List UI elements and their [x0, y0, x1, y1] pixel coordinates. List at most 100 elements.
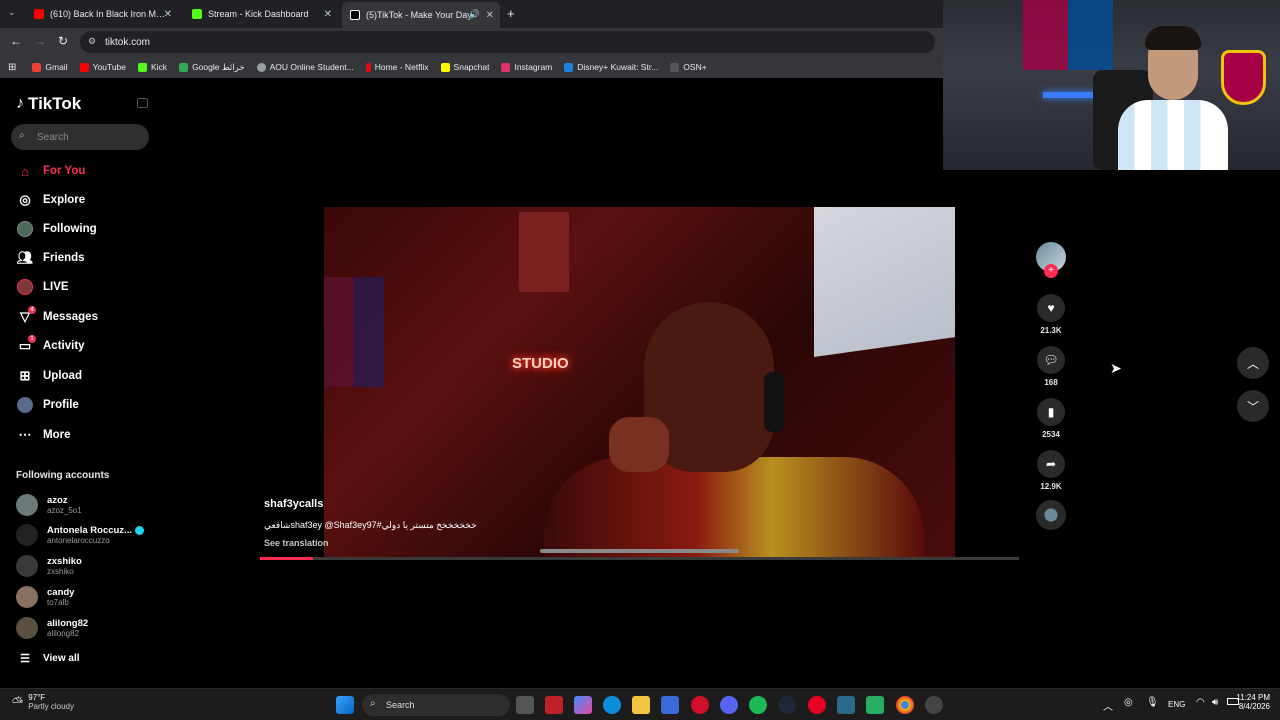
weather-desc: Partly cloudy	[28, 702, 74, 711]
taskbar-search[interactable]: ⌕ Search	[362, 694, 510, 716]
nav-for-you[interactable]: ⌂ For You	[16, 160, 85, 182]
share-icon: ➦	[1037, 450, 1065, 478]
browser-tab-kick[interactable]: Stream - Kick Dashboard ✕	[184, 4, 338, 24]
next-video-button[interactable]: ﹀	[1237, 390, 1269, 422]
webcam-badge	[1221, 50, 1266, 105]
volume-icon[interactable]: 🔊︎	[1212, 697, 1218, 708]
app-icon[interactable]	[925, 696, 943, 714]
reload-icon[interactable]: ↻	[58, 34, 68, 48]
previous-video-button[interactable]: ︿	[1237, 347, 1269, 379]
bookmark-aou[interactable]: AOU Online Student...	[256, 62, 354, 72]
nav-following[interactable]: Following	[16, 218, 97, 240]
nav-activity[interactable]: ▭ Activity 1	[16, 335, 85, 357]
following-account[interactable]: alilong82 alilong82	[16, 614, 88, 642]
nav-profile[interactable]: Profile	[16, 394, 79, 416]
site-info-icon[interactable]: ⚙	[88, 36, 96, 47]
nav-upload[interactable]: ⊞ Upload	[16, 365, 82, 387]
tiktok-favicon-icon	[350, 10, 360, 20]
audio-playing-icon[interactable]: 🔊	[469, 9, 480, 20]
language-indicator[interactable]: ENG	[1168, 700, 1185, 709]
nav-friends[interactable]: 👥︎ Friends	[16, 247, 85, 269]
following-account[interactable]: Antonela Roccuz... antonelaroccuzzo	[16, 521, 144, 549]
video-scrub-handle[interactable]	[540, 549, 739, 553]
following-account[interactable]: candy to7alb	[16, 583, 74, 611]
like-button[interactable]: ♥ 21.3K	[1036, 294, 1066, 335]
tray-chevron-icon[interactable]: ︿	[1103, 698, 1113, 713]
close-tab-icon[interactable]: ✕	[486, 10, 494, 21]
youtube-icon	[79, 62, 89, 72]
browser-tab-tiktok[interactable]: (5)TikTok - Make Your Day 🔊 ✕	[342, 2, 500, 28]
view-all-link[interactable]: ☰ View all	[16, 647, 80, 669]
bookmark-youtube[interactable]: YouTube	[79, 62, 126, 72]
new-tab-icon[interactable]: +	[507, 6, 515, 21]
apps-grid-icon[interactable]: ⊞	[8, 62, 16, 73]
sound-disc-button[interactable]	[1036, 500, 1066, 530]
nav-messages[interactable]: ▽ Messages 4	[16, 306, 98, 328]
nav-explore[interactable]: ◎ Explore	[16, 189, 85, 211]
app-icon[interactable]	[866, 696, 884, 714]
browser-tab-bar: ⌄ (610) Back In Black Iron Man - Yo ✕ St…	[0, 0, 943, 28]
bookmark-snapchat[interactable]: Snapchat	[440, 62, 489, 72]
app-icon[interactable]	[545, 696, 563, 714]
wifi-icon[interactable]: ◠	[1196, 697, 1205, 708]
video-progress-bar[interactable]	[260, 557, 1019, 560]
see-translation-link[interactable]: See translation	[264, 538, 329, 548]
following-account[interactable]: zxshiko zxshiko	[16, 552, 82, 580]
bookmark-disney[interactable]: Disney+ Kuwait: Str...	[564, 62, 658, 72]
bookmark-google-maps[interactable]: Google خرائط	[179, 62, 245, 73]
live-icon	[16, 278, 34, 296]
discord-icon[interactable]	[720, 696, 738, 714]
follow-plus-icon[interactable]: +	[1044, 264, 1058, 278]
copilot-icon[interactable]	[574, 696, 592, 714]
bookmark-kick[interactable]: Kick	[138, 62, 167, 72]
account-name: azoz	[47, 495, 68, 506]
task-view-icon[interactable]	[516, 696, 534, 714]
edge-icon[interactable]	[603, 696, 621, 714]
store-icon[interactable]	[661, 696, 679, 714]
bookmark-osn[interactable]: OSN+	[670, 62, 707, 72]
save-button[interactable]: ▮ 2534	[1036, 398, 1066, 439]
back-icon[interactable]: ←	[10, 34, 22, 48]
tiktok-sidebar: ♪ TikTok ⌕ Search ⌂ For You ◎ Explore Fo…	[0, 80, 160, 688]
bookmark-label: Instagram	[514, 62, 553, 72]
app-icon[interactable]	[837, 696, 855, 714]
file-explorer-icon[interactable]	[632, 696, 650, 714]
nav-live[interactable]: LIVE	[16, 276, 69, 298]
close-tab-icon[interactable]: ✕	[164, 9, 172, 20]
search-input[interactable]: ⌕ Search	[11, 124, 149, 150]
video-player[interactable]: STUDIO	[324, 207, 955, 559]
browser-tab-youtube[interactable]: (610) Back In Black Iron Man - Yo ✕	[26, 4, 178, 24]
view-all-label: View all	[43, 652, 80, 664]
weather-widget[interactable]: ⛅︎ 97°F Partly cloudy	[12, 693, 74, 711]
following-account[interactable]: azoz azoz_5o1	[16, 491, 82, 519]
video-author[interactable]: shaf3ycalls	[264, 498, 323, 510]
collapse-sidebar-icon[interactable]	[137, 98, 148, 108]
close-tab-icon[interactable]: ✕	[324, 9, 332, 20]
share-button[interactable]: ➦ 12.9K	[1036, 450, 1066, 491]
nav-label: Upload	[43, 370, 82, 382]
tab-search-icon[interactable]: ⌄	[8, 7, 16, 18]
windows-start-icon[interactable]	[336, 696, 354, 714]
comment-count: 168	[1044, 378, 1058, 387]
video-barca-flag	[324, 277, 384, 387]
clock[interactable]: 11:24 PM 8/4/2026	[1232, 693, 1270, 711]
tray-app-icon[interactable]: ◎	[1124, 697, 1133, 708]
search-icon: ⌕	[370, 698, 376, 709]
forward-icon[interactable]: →	[34, 34, 46, 48]
opera-icon[interactable]	[691, 696, 709, 714]
comment-button[interactable]: 💬︎ 168	[1036, 346, 1066, 387]
bookmark-gmail[interactable]: Gmail	[32, 62, 68, 72]
bookmark-netflix[interactable]: Home - Netflix	[365, 62, 429, 72]
bookmark-instagram[interactable]: Instagram	[501, 62, 552, 72]
video-poster	[519, 212, 569, 292]
nav-more[interactable]: ⋯ More	[16, 424, 71, 446]
steam-icon[interactable]	[778, 696, 796, 714]
nav-label: Explore	[43, 194, 86, 206]
creator-avatar-button[interactable]: +	[1036, 242, 1066, 278]
spotify-icon[interactable]	[749, 696, 767, 714]
tiktok-logo[interactable]: ♪ TikTok	[16, 94, 81, 114]
microphone-icon[interactable]: 🎙︎	[1146, 697, 1159, 708]
url-field[interactable]: ⚙ tiktok.com	[80, 31, 935, 53]
pinterest-icon[interactable]	[808, 696, 826, 714]
chrome-icon[interactable]	[896, 696, 914, 714]
